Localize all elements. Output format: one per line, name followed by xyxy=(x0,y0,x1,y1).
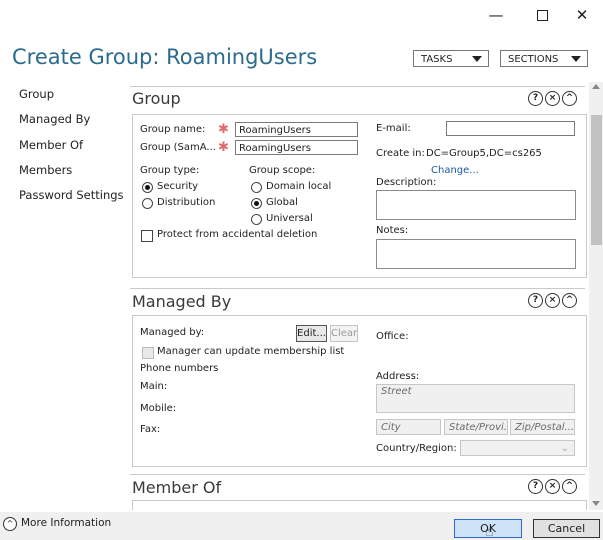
domain-local-label: Domain local xyxy=(266,181,332,192)
cancel-button[interactable]: Cancel xyxy=(533,519,600,538)
collapse-icon[interactable]: ^ xyxy=(562,293,577,308)
office-label: Office: xyxy=(376,331,409,342)
chevron-down-icon: ⌄ xyxy=(560,443,569,454)
group-section-title: Group xyxy=(132,89,181,108)
fax-label: Fax: xyxy=(140,424,161,435)
email-input[interactable] xyxy=(446,121,575,136)
mouse-cursor-icon: ☝ xyxy=(485,524,494,540)
phone-numbers-label: Phone numbers xyxy=(140,363,219,374)
description-textarea[interactable] xyxy=(376,190,576,220)
sam-name-label: Group (SamA... xyxy=(140,142,216,153)
mobile-phone-label: Mobile: xyxy=(140,403,177,414)
required-icon: ✱ xyxy=(218,122,229,137)
global-radio[interactable] xyxy=(251,198,262,209)
security-radio[interactable] xyxy=(142,182,153,193)
country-label: Country/Region: xyxy=(376,443,457,454)
state-field[interactable]: State/Provi... xyxy=(444,419,508,435)
required-icon: ✱ xyxy=(218,140,229,155)
notes-label: Notes: xyxy=(376,225,409,236)
scroll-down-icon[interactable] xyxy=(592,501,600,506)
section-divider xyxy=(130,474,585,475)
help-icon[interactable]: ? xyxy=(528,479,543,494)
managed-by-section-title: Managed By xyxy=(132,292,232,311)
minimize-button[interactable]: — xyxy=(473,4,519,26)
domain-local-radio[interactable] xyxy=(251,182,262,193)
city-field[interactable]: City xyxy=(376,419,441,435)
window-title-fragment: ... ... ..... ...... ... xyxy=(0,0,76,3)
create-in-value: DC=Group5,DC=cs265 xyxy=(426,148,542,159)
member-of-section-title: Member Of xyxy=(132,478,222,497)
sections-dropdown[interactable]: SECTIONS xyxy=(500,50,588,67)
description-label: Description: xyxy=(376,177,437,188)
distribution-radio[interactable] xyxy=(142,198,153,209)
manager-update-label: Manager can update membership list xyxy=(157,346,345,357)
create-in-label: Create in: xyxy=(376,148,425,159)
collapse-icon[interactable]: ^ xyxy=(3,517,17,531)
more-information-link[interactable]: More Information xyxy=(21,517,111,529)
section-divider xyxy=(130,288,585,289)
manager-update-checkbox[interactable] xyxy=(142,347,154,359)
country-select[interactable]: ⌄ xyxy=(460,440,575,456)
distribution-label: Distribution xyxy=(157,197,216,208)
chevron-down-icon xyxy=(472,56,482,62)
address-label: Address: xyxy=(376,371,420,382)
group-name-input[interactable]: RoamingUsers xyxy=(235,122,358,137)
managed-by-label: Managed by: xyxy=(140,327,205,338)
zip-field[interactable]: Zip/Postal... xyxy=(510,419,575,435)
nav-item-managed-by[interactable]: Managed By xyxy=(19,112,90,126)
global-label: Global xyxy=(266,197,298,208)
sections-scroll-area: Group ? × ^ Group name: ✱ RoamingUsers G… xyxy=(124,82,589,510)
group-type-label: Group type: xyxy=(140,165,200,176)
sections-label: SECTIONS xyxy=(508,54,559,65)
universal-radio[interactable] xyxy=(251,214,262,225)
clear-button[interactable]: Clear xyxy=(330,325,358,342)
street-field[interactable]: Street xyxy=(376,384,575,413)
close-section-icon[interactable]: × xyxy=(545,91,560,106)
member-of-section-box xyxy=(132,500,587,510)
close-section-icon[interactable]: × xyxy=(545,293,560,308)
nav-item-members[interactable]: Members xyxy=(19,163,72,177)
group-name-label: Group name: xyxy=(140,124,206,135)
maximize-icon xyxy=(536,10,548,21)
edit-button[interactable]: Edit... xyxy=(296,325,327,342)
help-icon[interactable]: ? xyxy=(528,91,543,106)
email-label: E-mail: xyxy=(376,123,411,134)
protect-label: Protect from accidental deletion xyxy=(157,229,318,240)
collapse-icon[interactable]: ^ xyxy=(562,479,577,494)
nav-item-member-of[interactable]: Member Of xyxy=(19,138,83,152)
page-title: Create Group: RoamingUsers xyxy=(12,45,318,69)
protect-checkbox[interactable] xyxy=(141,230,153,242)
close-icon: ✕ xyxy=(575,6,589,24)
close-window-button[interactable]: ✕ xyxy=(559,4,603,26)
scrollbar-thumb[interactable] xyxy=(591,115,602,245)
main-phone-label: Main: xyxy=(140,381,168,392)
tasks-dropdown[interactable]: TASKS xyxy=(413,50,489,67)
nav-item-group[interactable]: Group xyxy=(19,87,54,101)
collapse-icon[interactable]: ^ xyxy=(562,91,577,106)
notes-textarea[interactable] xyxy=(376,239,576,269)
universal-label: Universal xyxy=(266,213,313,224)
chevron-down-icon xyxy=(571,56,581,62)
section-divider xyxy=(130,86,585,87)
change-link[interactable]: Change... xyxy=(431,165,479,176)
help-icon[interactable]: ? xyxy=(528,293,543,308)
scroll-up-icon[interactable] xyxy=(592,84,600,89)
window-titlebar: ... ... ..... ...... ... — ✕ xyxy=(0,0,603,30)
nav-item-password-settings[interactable]: Password Settings xyxy=(19,188,124,202)
close-section-icon[interactable]: × xyxy=(545,479,560,494)
security-label: Security xyxy=(157,181,199,192)
tasks-label: TASKS xyxy=(421,54,453,65)
sam-name-input[interactable]: RoamingUsers xyxy=(235,140,358,155)
group-scope-label: Group scope: xyxy=(249,165,316,176)
